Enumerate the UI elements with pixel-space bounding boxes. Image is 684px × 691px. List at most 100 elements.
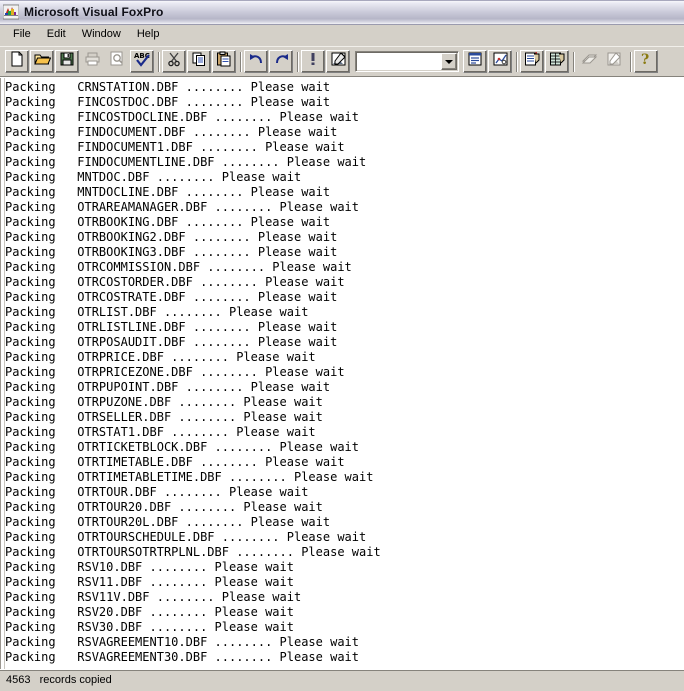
run-exclamation-icon xyxy=(308,51,318,72)
output-line: Packing CRNSTATION.DBF ........ Please w… xyxy=(5,80,331,94)
modify-form-button[interactable] xyxy=(326,50,350,73)
paste-clipboard-icon xyxy=(216,51,232,72)
view-designer-icon xyxy=(606,51,622,72)
output-line: Packing OTRCOMMISSION.DBF ........ Pleas… xyxy=(5,260,352,274)
chevron-down-icon xyxy=(445,59,453,64)
output-line: Packing OTRBOOKING3.DBF ........ Please … xyxy=(5,245,338,259)
window-titlebar[interactable]: Microsoft Visual FoxPro xyxy=(0,0,684,25)
output-line: Packing OTRPRICE.DBF ........ Please wai… xyxy=(5,350,316,364)
toolbar-combo[interactable] xyxy=(355,51,459,72)
menu-item-edit[interactable]: Edit xyxy=(39,27,74,43)
save-diskette-icon xyxy=(59,51,75,72)
output-line: Packing FINCOSTDOC.DBF ........ Please w… xyxy=(5,95,331,109)
output-line: Packing OTRAREAMANAGER.DBF ........ Plea… xyxy=(5,200,360,214)
window-title: Microsoft Visual FoxPro xyxy=(24,5,164,19)
output-line: Packing OTRTICKETBLOCK.DBF ........ Plea… xyxy=(5,440,360,454)
paste-button[interactable] xyxy=(212,50,236,73)
menu-item-help[interactable]: Help xyxy=(129,27,168,43)
copy-icon xyxy=(191,51,207,72)
run-button[interactable] xyxy=(301,50,325,73)
output-line: Packing OTRBOOKING2.DBF ........ Please … xyxy=(5,230,338,244)
output-line: Packing FINCOSTDOCLINE.DBF ........ Plea… xyxy=(5,110,360,124)
output-line: Packing RSV11.DBF ........ Please wait xyxy=(5,575,294,589)
output-line: Packing RSV30.DBF ........ Please wait xyxy=(5,620,294,634)
combo-dropdown-button[interactable] xyxy=(441,53,457,70)
table-designer-icon xyxy=(549,51,566,72)
output-line: Packing OTRSELLER.DBF ........ Please wa… xyxy=(5,410,323,424)
standard-toolbar: ABC ? xyxy=(0,46,684,77)
output-line: Packing OTRCOSTORDER.DBF ........ Please… xyxy=(5,275,345,289)
output-line: Packing OTRTIMETABLE.DBF ........ Please… xyxy=(5,455,345,469)
toolbar-separator xyxy=(570,51,577,73)
copy-button[interactable] xyxy=(187,50,211,73)
toolbar-separator xyxy=(294,51,301,73)
query-designer-button xyxy=(577,50,601,73)
database-designer-button[interactable] xyxy=(520,50,544,73)
build-icon xyxy=(330,51,347,72)
output-line: Packing OTRLIST.DBF ........ Please wait xyxy=(5,305,309,319)
output-line: Packing RSV11V.DBF ........ Please wait xyxy=(5,590,302,604)
output-line: Packing OTRTOURSOTRTRPLNL.DBF ........ P… xyxy=(5,545,381,559)
redo-arrow-icon xyxy=(273,51,290,72)
toolbar-separator xyxy=(237,51,244,73)
output-line: Packing OTRCOSTRATE.DBF ........ Please … xyxy=(5,290,338,304)
print-icon xyxy=(84,51,101,72)
output-line: Packing OTRTOUR.DBF ........ Please wait xyxy=(5,485,309,499)
form-designer-icon xyxy=(467,51,483,72)
redo-button[interactable] xyxy=(269,50,293,73)
output-line: Packing FINDOCUMENTLINE.DBF ........ Ple… xyxy=(5,155,367,169)
view-designer-button xyxy=(602,50,626,73)
open-button[interactable] xyxy=(30,50,54,73)
database-designer-icon xyxy=(524,51,541,72)
output-line: Packing OTRPUZONE.DBF ........ Please wa… xyxy=(5,395,323,409)
output-line: Packing OTRTOUR20L.DBF ........ Please w… xyxy=(5,515,331,529)
menu-item-file[interactable]: File xyxy=(5,27,39,43)
output-line: Packing OTRPUPOINT.DBF ........ Please w… xyxy=(5,380,331,394)
output-line: Packing OTRTOUR20.DBF ........ Please wa… xyxy=(5,500,323,514)
table-designer-button[interactable] xyxy=(545,50,569,73)
output-line: Packing OTRPRICEZONE.DBF ........ Please… xyxy=(5,365,345,379)
report-designer-icon xyxy=(492,51,509,72)
output-line: Packing RSV20.DBF ........ Please wait xyxy=(5,605,294,619)
new-button[interactable] xyxy=(5,50,29,73)
output-line: Packing MNTDOC.DBF ........ Please wait xyxy=(5,170,302,184)
spelling-button[interactable]: ABC xyxy=(130,50,154,73)
cut-scissors-icon xyxy=(166,51,182,72)
toolbar-separator xyxy=(155,51,162,73)
toolbar-separator xyxy=(627,51,634,73)
output-text-lines: Packing CRNSTATION.DBF ........ Please w… xyxy=(5,80,684,665)
output-left-edge xyxy=(0,78,5,669)
query-designer-icon xyxy=(581,51,598,72)
cut-button[interactable] xyxy=(162,50,186,73)
output-line: Packing OTRTOURSCHEDULE.DBF ........ Ple… xyxy=(5,530,367,544)
output-line: Packing OTRTIMETABLETIME.DBF ........ Pl… xyxy=(5,470,374,484)
help-button[interactable]: ? xyxy=(634,50,658,73)
save-button[interactable] xyxy=(55,50,79,73)
new-icon xyxy=(9,51,25,72)
toolbar-separator xyxy=(513,51,520,73)
output-scroll-region[interactable]: Packing CRNSTATION.DBF ........ Please w… xyxy=(0,78,684,669)
undo-arrow-icon xyxy=(248,51,265,72)
output-line: Packing FINDOCUMENT1.DBF ........ Please… xyxy=(5,140,345,154)
print-preview-button xyxy=(105,50,129,73)
output-line: Packing OTRSTAT1.DBF ........ Please wai… xyxy=(5,425,316,439)
print-button xyxy=(80,50,104,73)
output-line: Packing OTRLISTLINE.DBF ........ Please … xyxy=(5,320,338,334)
report-designer-button[interactable] xyxy=(488,50,512,73)
svg-text:?: ? xyxy=(641,52,649,67)
help-question-icon: ? xyxy=(639,51,653,72)
output-window[interactable]: Packing CRNSTATION.DBF ........ Please w… xyxy=(0,77,684,669)
output-line: Packing MNTDOCLINE.DBF ........ Please w… xyxy=(5,185,331,199)
form-designer-button[interactable] xyxy=(463,50,487,73)
status-message: 4563 records copied xyxy=(6,674,112,686)
output-line: Packing OTRBOOKING.DBF ........ Please w… xyxy=(5,215,331,229)
undo-button[interactable] xyxy=(244,50,268,73)
foxpro-window: Microsoft Visual FoxPro File Edit Window… xyxy=(0,0,684,691)
foxpro-icon xyxy=(2,4,20,20)
output-line: Packing RSVAGREEMENT30.DBF ........ Plea… xyxy=(5,650,360,664)
spelling-abc-icon: ABC xyxy=(133,51,151,72)
open-folder-icon xyxy=(33,51,51,72)
output-line: Packing FINDOCUMENT.DBF ........ Please … xyxy=(5,125,338,139)
status-bar: 4563 records copied xyxy=(0,669,684,691)
menu-item-window[interactable]: Window xyxy=(74,27,129,43)
